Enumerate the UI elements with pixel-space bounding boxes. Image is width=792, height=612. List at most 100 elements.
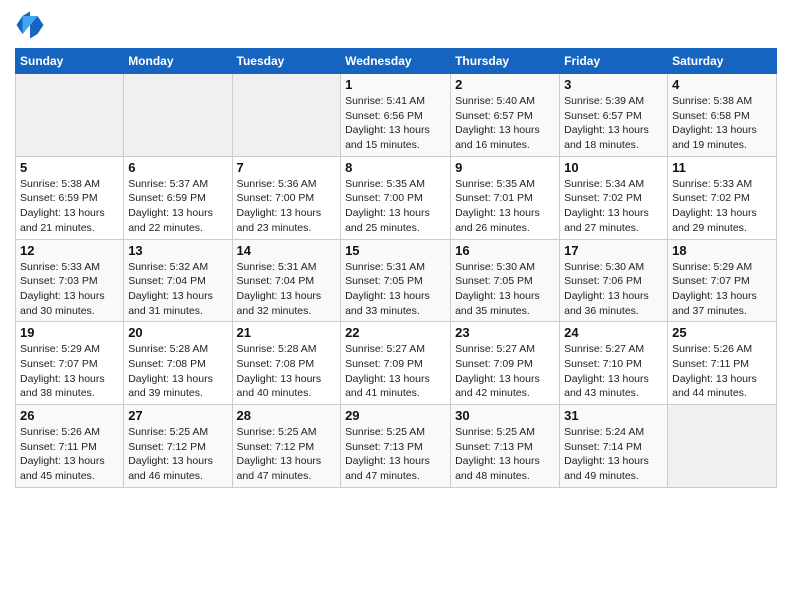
- day-info: Sunrise: 5:25 AM Sunset: 7:12 PM Dayligh…: [128, 425, 227, 484]
- day-info: Sunrise: 5:27 AM Sunset: 7:09 PM Dayligh…: [345, 342, 446, 401]
- calendar-cell: 19 Sunrise: 5:29 AM Sunset: 7:07 PM Dayli…: [16, 322, 124, 405]
- calendar-cell: 9 Sunrise: 5:35 AM Sunset: 7:01 PM Daylig…: [451, 156, 560, 239]
- logo-icon: [15, 10, 45, 40]
- day-info: Sunrise: 5:29 AM Sunset: 7:07 PM Dayligh…: [20, 342, 119, 401]
- calendar-cell: 8Sunrise: 5:35 AM Sunset: 7:00 PM Daylig…: [341, 156, 451, 239]
- calendar-body: 1 Sunrise: 5:41 AM Sunset: 6:56 PM Daylig…: [16, 74, 777, 488]
- calendar-cell: 14Sunrise: 5:31 AM Sunset: 7:04 PM Dayli…: [232, 239, 341, 322]
- calendar-cell: 16 Sunrise: 5:30 AM Sunset: 7:05 PM Dayli…: [451, 239, 560, 322]
- day-info: Sunrise: 5:38 AM Sunset: 6:58 PM Dayligh…: [672, 94, 772, 153]
- calendar-cell: 4 Sunrise: 5:38 AM Sunset: 6:58 PM Daylig…: [668, 74, 777, 157]
- calendar-cell: [232, 74, 341, 157]
- calendar-week-0: 1 Sunrise: 5:41 AM Sunset: 6:56 PM Daylig…: [16, 74, 777, 157]
- calendar-week-3: 19 Sunrise: 5:29 AM Sunset: 7:07 PM Dayli…: [16, 322, 777, 405]
- day-number: 27: [128, 408, 227, 423]
- day-info: Sunrise: 5:30 AM Sunset: 7:05 PM Dayligh…: [455, 260, 555, 319]
- day-info: Sunrise: 5:37 AM Sunset: 6:59 PM Dayligh…: [128, 177, 227, 236]
- day-number: 4: [672, 77, 772, 92]
- day-number: 31: [564, 408, 663, 423]
- day-info: Sunrise: 5:24 AM Sunset: 7:14 PM Dayligh…: [564, 425, 663, 484]
- weekday-row: SundayMondayTuesdayWednesdayThursdayFrid…: [16, 49, 777, 74]
- calendar-cell: 12 Sunrise: 5:33 AM Sunset: 7:03 PM Dayli…: [16, 239, 124, 322]
- day-number: 12: [20, 243, 119, 258]
- day-info: Sunrise: 5:34 AM Sunset: 7:02 PM Dayligh…: [564, 177, 663, 236]
- calendar-cell: [16, 74, 124, 157]
- calendar-cell: 22 Sunrise: 5:27 AM Sunset: 7:09 PM Dayli…: [341, 322, 451, 405]
- day-number: 1: [345, 77, 446, 92]
- calendar-cell: 1 Sunrise: 5:41 AM Sunset: 6:56 PM Daylig…: [341, 74, 451, 157]
- weekday-header-friday: Friday: [560, 49, 668, 74]
- day-info: Sunrise: 5:27 AM Sunset: 7:10 PM Dayligh…: [564, 342, 663, 401]
- day-number: 6: [128, 160, 227, 175]
- calendar-cell: 24Sunrise: 5:27 AM Sunset: 7:10 PM Dayli…: [560, 322, 668, 405]
- day-info: Sunrise: 5:28 AM Sunset: 7:08 PM Dayligh…: [128, 342, 227, 401]
- day-info: Sunrise: 5:38 AM Sunset: 6:59 PM Dayligh…: [20, 177, 119, 236]
- day-info: Sunrise: 5:30 AM Sunset: 7:06 PM Dayligh…: [564, 260, 663, 319]
- day-number: 15: [345, 243, 446, 258]
- day-number: 17: [564, 243, 663, 258]
- day-info: Sunrise: 5:33 AM Sunset: 7:03 PM Dayligh…: [20, 260, 119, 319]
- day-info: Sunrise: 5:25 AM Sunset: 7:13 PM Dayligh…: [455, 425, 555, 484]
- calendar-cell: 31 Sunrise: 5:24 AM Sunset: 7:14 PM Dayli…: [560, 405, 668, 488]
- calendar: SundayMondayTuesdayWednesdayThursdayFrid…: [15, 48, 777, 488]
- calendar-cell: 21 Sunrise: 5:28 AM Sunset: 7:08 PM Dayli…: [232, 322, 341, 405]
- day-info: Sunrise: 5:26 AM Sunset: 7:11 PM Dayligh…: [20, 425, 119, 484]
- calendar-cell: [124, 74, 232, 157]
- calendar-cell: 17 Sunrise: 5:30 AM Sunset: 7:06 PM Dayli…: [560, 239, 668, 322]
- weekday-header-saturday: Saturday: [668, 49, 777, 74]
- day-info: Sunrise: 5:32 AM Sunset: 7:04 PM Dayligh…: [128, 260, 227, 319]
- day-info: Sunrise: 5:25 AM Sunset: 7:13 PM Dayligh…: [345, 425, 446, 484]
- calendar-cell: 13 Sunrise: 5:32 AM Sunset: 7:04 PM Dayli…: [124, 239, 232, 322]
- day-info: Sunrise: 5:29 AM Sunset: 7:07 PM Dayligh…: [672, 260, 772, 319]
- day-number: 11: [672, 160, 772, 175]
- day-number: 18: [672, 243, 772, 258]
- calendar-cell: 5 Sunrise: 5:38 AM Sunset: 6:59 PM Daylig…: [16, 156, 124, 239]
- calendar-header: SundayMondayTuesdayWednesdayThursdayFrid…: [16, 49, 777, 74]
- day-number: 2: [455, 77, 555, 92]
- calendar-cell: 11 Sunrise: 5:33 AM Sunset: 7:02 PM Dayli…: [668, 156, 777, 239]
- day-number: 9: [455, 160, 555, 175]
- day-number: 30: [455, 408, 555, 423]
- calendar-cell: 26 Sunrise: 5:26 AM Sunset: 7:11 PM Dayli…: [16, 405, 124, 488]
- calendar-cell: 28 Sunrise: 5:25 AM Sunset: 7:12 PM Dayli…: [232, 405, 341, 488]
- day-number: 29: [345, 408, 446, 423]
- calendar-cell: 7Sunrise: 5:36 AM Sunset: 7:00 PM Daylig…: [232, 156, 341, 239]
- day-info: Sunrise: 5:25 AM Sunset: 7:12 PM Dayligh…: [237, 425, 337, 484]
- day-info: Sunrise: 5:31 AM Sunset: 7:05 PM Dayligh…: [345, 260, 446, 319]
- day-number: 16: [455, 243, 555, 258]
- day-number: 23: [455, 325, 555, 340]
- calendar-cell: 3Sunrise: 5:39 AM Sunset: 6:57 PM Daylig…: [560, 74, 668, 157]
- day-number: 5: [20, 160, 119, 175]
- day-number: 13: [128, 243, 227, 258]
- day-info: Sunrise: 5:28 AM Sunset: 7:08 PM Dayligh…: [237, 342, 337, 401]
- calendar-cell: 30 Sunrise: 5:25 AM Sunset: 7:13 PM Dayli…: [451, 405, 560, 488]
- calendar-cell: 10Sunrise: 5:34 AM Sunset: 7:02 PM Dayli…: [560, 156, 668, 239]
- day-number: 26: [20, 408, 119, 423]
- calendar-week-1: 5 Sunrise: 5:38 AM Sunset: 6:59 PM Daylig…: [16, 156, 777, 239]
- day-info: Sunrise: 5:35 AM Sunset: 7:01 PM Dayligh…: [455, 177, 555, 236]
- calendar-cell: 15 Sunrise: 5:31 AM Sunset: 7:05 PM Dayli…: [341, 239, 451, 322]
- header: [15, 10, 777, 40]
- day-info: Sunrise: 5:26 AM Sunset: 7:11 PM Dayligh…: [672, 342, 772, 401]
- day-info: Sunrise: 5:41 AM Sunset: 6:56 PM Dayligh…: [345, 94, 446, 153]
- calendar-cell: 2 Sunrise: 5:40 AM Sunset: 6:57 PM Daylig…: [451, 74, 560, 157]
- day-number: 22: [345, 325, 446, 340]
- day-number: 14: [237, 243, 337, 258]
- day-info: Sunrise: 5:40 AM Sunset: 6:57 PM Dayligh…: [455, 94, 555, 153]
- calendar-cell: 20Sunrise: 5:28 AM Sunset: 7:08 PM Dayli…: [124, 322, 232, 405]
- calendar-week-2: 12 Sunrise: 5:33 AM Sunset: 7:03 PM Dayli…: [16, 239, 777, 322]
- page: SundayMondayTuesdayWednesdayThursdayFrid…: [0, 0, 792, 612]
- day-number: 28: [237, 408, 337, 423]
- day-number: 8: [345, 160, 446, 175]
- weekday-header-wednesday: Wednesday: [341, 49, 451, 74]
- day-number: 19: [20, 325, 119, 340]
- calendar-week-4: 26 Sunrise: 5:26 AM Sunset: 7:11 PM Dayli…: [16, 405, 777, 488]
- weekday-header-tuesday: Tuesday: [232, 49, 341, 74]
- day-number: 21: [237, 325, 337, 340]
- day-number: 25: [672, 325, 772, 340]
- day-info: Sunrise: 5:33 AM Sunset: 7:02 PM Dayligh…: [672, 177, 772, 236]
- calendar-cell: 27 Sunrise: 5:25 AM Sunset: 7:12 PM Dayli…: [124, 405, 232, 488]
- calendar-cell: [668, 405, 777, 488]
- calendar-cell: 6 Sunrise: 5:37 AM Sunset: 6:59 PM Daylig…: [124, 156, 232, 239]
- calendar-cell: 29 Sunrise: 5:25 AM Sunset: 7:13 PM Dayli…: [341, 405, 451, 488]
